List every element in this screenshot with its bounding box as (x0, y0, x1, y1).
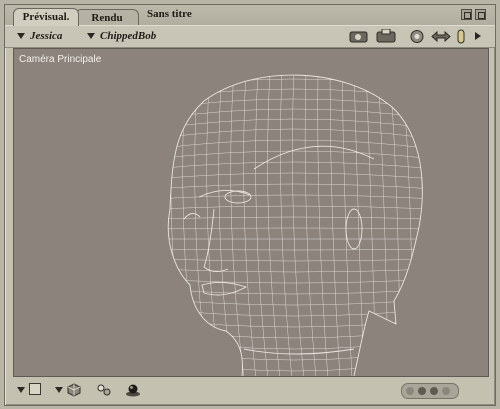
preview-viewport[interactable]: Caméra Principale (13, 48, 489, 377)
nav-dot[interactable] (442, 387, 450, 395)
nav-dot[interactable] (418, 387, 426, 395)
chevron-down-icon (87, 33, 95, 40)
rotate-icon[interactable] (409, 29, 425, 44)
document-window: Prévisual. Rendu Sans titre Jessica Chip… (4, 4, 496, 406)
element-icon[interactable] (97, 383, 111, 397)
camera-face-icon[interactable] (349, 29, 369, 44)
part-menu-label: ChippedBob (100, 30, 157, 42)
move-icon[interactable] (431, 29, 451, 44)
tab-preview[interactable]: Prévisual. (13, 8, 79, 26)
bottom-bar (5, 377, 495, 403)
figure-style-icon[interactable] (67, 383, 81, 397)
restore-button[interactable] (475, 9, 486, 20)
part-menu[interactable]: ChippedBob (87, 30, 156, 42)
tab-row: Prévisual. Rendu Sans titre (5, 5, 495, 26)
wireframe-head (167, 74, 423, 376)
camera-hand-icon[interactable] (376, 29, 398, 44)
toolbar: Jessica ChippedBob (5, 25, 495, 48)
nav-dot[interactable] (406, 387, 414, 395)
chevron-down-icon (17, 33, 25, 40)
display-style-arrow-icon[interactable] (17, 387, 25, 393)
more-arrow-icon[interactable] (475, 32, 481, 40)
figure-style-arrow-icon[interactable] (55, 387, 63, 393)
nav-dots[interactable] (401, 383, 459, 399)
nav-dot[interactable] (430, 387, 438, 395)
figure-menu-label: Jessica (30, 30, 63, 42)
maximize-button[interactable] (461, 9, 472, 20)
figure-menu[interactable]: Jessica (17, 30, 62, 42)
ground-shadow-icon[interactable] (125, 383, 141, 397)
document-title: Sans titre (147, 8, 192, 20)
tab-render[interactable]: Rendu (75, 9, 139, 25)
light-icon[interactable] (456, 29, 466, 44)
display-style-icon[interactable] (29, 383, 41, 395)
